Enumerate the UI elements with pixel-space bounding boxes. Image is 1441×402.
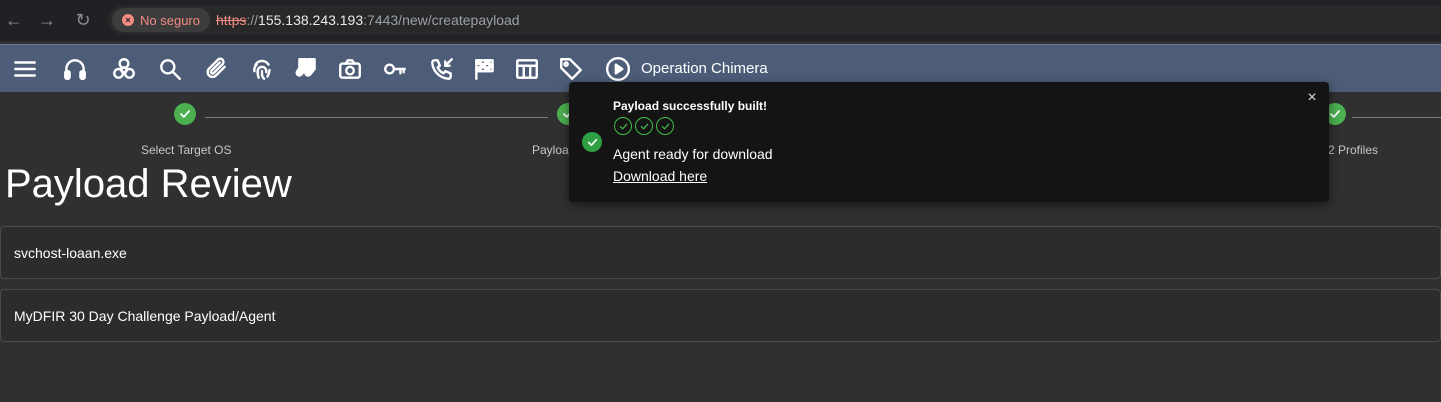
tag-icon[interactable] [556,54,586,84]
payload-description: MyDFIR 30 Day Challenge Payload/Agent [14,308,276,324]
headphones-icon[interactable] [60,54,90,84]
reload-icon[interactable]: ↻ [71,8,95,32]
security-chip[interactable]: × No seguro [112,8,210,32]
check-circle-icon [582,132,602,152]
step-label: Payloa [532,143,569,157]
step-complete-icon [174,103,196,125]
status-checks [614,117,674,135]
search-icon[interactable] [155,54,185,84]
camera-icon[interactable] [335,54,365,84]
checkered-flag-icon[interactable] [470,54,500,84]
toast-message: Agent ready for download [613,146,773,162]
paperclip-icon[interactable] [201,54,231,84]
url-path: :7443/new/createpayload [363,12,520,28]
biohazard-icon[interactable] [109,54,139,84]
check-circle-icon [656,117,674,135]
step-connector [205,117,548,118]
security-chip-label: No seguro [140,12,200,28]
toast-title: Payload successfully built! [613,99,768,113]
warning-icon: × [122,14,134,26]
page-title: Payload Review [5,162,292,206]
success-toast: Payload successfully built! Agent ready … [569,82,1329,202]
operation-name[interactable]: Operation Chimera [641,60,768,77]
table-icon[interactable] [512,54,542,84]
url-scheme: https [216,12,247,28]
phone-callback-icon[interactable] [427,54,457,84]
check-circle-icon [635,117,653,135]
forward-arrow-icon[interactable]: → [35,8,59,32]
url-host: 155.138.243.193 [258,12,364,28]
download-link[interactable]: Download here [613,168,707,184]
fingerprint-icon[interactable] [247,54,277,84]
step-label: Select Target OS [141,143,232,157]
back-arrow-icon[interactable]: ← [2,8,26,32]
step-connector [1352,117,1441,118]
payload-description-card: MyDFIR 30 Day Challenge Payload/Agent [0,289,1441,342]
payload-filename-card: svchost-loaan.exe [0,226,1441,279]
play-circle-icon[interactable] [603,54,633,84]
payload-filename: svchost-loaan.exe [14,245,127,261]
key-icon[interactable] [380,54,410,84]
menu-icon[interactable] [10,54,40,84]
step-label: 2 Profiles [1328,143,1379,157]
url-text[interactable]: https://155.138.243.193:7443/new/createp… [216,12,520,28]
url-separator: :// [246,12,259,28]
close-icon[interactable]: × [1304,89,1320,106]
socks-icon[interactable] [292,54,322,84]
check-circle-icon [614,117,632,135]
